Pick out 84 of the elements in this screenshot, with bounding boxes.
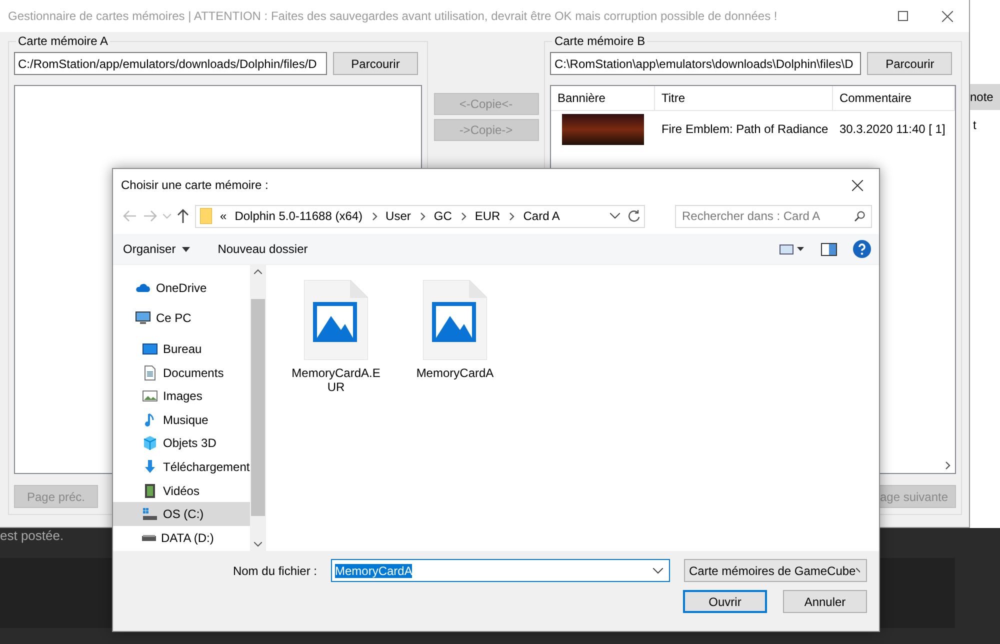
help-button[interactable] — [853, 240, 871, 258]
chevron-right-icon — [508, 212, 516, 220]
refresh-icon — [628, 210, 640, 222]
nav-item[interactable]: Musique — [113, 408, 250, 432]
chevron-down-icon — [653, 568, 663, 574]
chevron-down-icon — [163, 214, 171, 218]
group-title: Carte mémoire B — [553, 34, 646, 48]
breadcrumb-item[interactable]: Dolphin 5.0-11688 (x64) — [234, 209, 363, 223]
table-cell-text: t — [972, 117, 978, 132]
path-field[interactable]: C:/RomStation/app/emulators/downloads/Dolphin/files/D — [14, 52, 327, 75]
dialog-button[interactable]: Annuler — [783, 590, 867, 613]
table-cell-text: Fire Emblem: Path of Radiance — [660, 122, 830, 136]
table-cell-text: 30.3.2020 11:40 [ 1] — [838, 122, 946, 136]
scrollbar[interactable] — [250, 265, 265, 551]
file-item[interactable]: MemoryCardA — [400, 279, 510, 381]
view-button[interactable] — [779, 243, 805, 255]
caret-icon — [182, 246, 190, 252]
nav-item[interactable]: DATA (D:) — [113, 526, 250, 550]
dialog-title: Choisir une carte mémoire : — [121, 178, 268, 192]
field-label: Nom du fichier : — [232, 564, 317, 578]
picture-icon — [142, 388, 158, 404]
view-icon — [779, 243, 805, 255]
nav-item[interactable]: Objets 3D — [113, 432, 250, 456]
chevron-right-icon — [460, 212, 467, 220]
preview-pane-button[interactable] — [821, 242, 837, 256]
search-field[interactable]: Rechercher dans : Card A — [675, 204, 872, 228]
monitor-icon — [135, 310, 151, 326]
close-icon — [852, 180, 862, 190]
nav-item[interactable]: Images — [113, 384, 250, 408]
chevron-down-icon — [610, 213, 620, 219]
file-type-dropdown[interactable]: Carte mémoires de GameCube — [684, 559, 867, 582]
column-header: note — [970, 84, 1000, 110]
column-header[interactable]: Bannière — [551, 86, 656, 110]
preview-pane-icon — [821, 242, 837, 256]
forward-arrow-icon — [143, 210, 157, 222]
scroll-right-icon — [944, 461, 951, 470]
group-title: Carte mémoire A — [17, 34, 110, 48]
browse-button[interactable]: Parcourir — [867, 52, 952, 75]
film-icon — [142, 482, 158, 499]
column-header[interactable]: Titre — [655, 86, 834, 110]
breadcrumb-item[interactable]: GC — [434, 209, 452, 223]
overflow-marker[interactable]: « — [220, 209, 227, 223]
back-arrow-icon — [123, 210, 137, 222]
folder-icon — [200, 208, 212, 224]
nav-item[interactable]: Bureau — [113, 337, 250, 361]
cube-icon — [142, 435, 158, 452]
breadcrumb-item[interactable]: Card A — [523, 209, 560, 223]
image-file-icon — [304, 280, 368, 360]
dialog-button[interactable]: Ouvrir — [683, 590, 767, 613]
chevron-down-icon — [856, 568, 860, 574]
download-arrow-icon — [142, 458, 158, 475]
chevron-up-icon — [254, 269, 262, 274]
chevron-right-icon — [418, 212, 426, 220]
search-icon — [854, 210, 865, 222]
toolbar-button[interactable]: Organiser — [123, 242, 190, 256]
image-file-icon — [423, 280, 487, 360]
address-bar[interactable]: « Dolphin 5.0-11688 (x64) User GC EUR Card A — [195, 204, 645, 228]
nav-item[interactable]: OneDrive — [113, 276, 250, 300]
nav-item[interactable]: Ce PC — [113, 306, 250, 330]
drive-icon — [142, 506, 158, 522]
help-icon — [853, 240, 871, 258]
chevron-right-icon — [370, 212, 378, 220]
window-title: Gestionnaire de cartes mémoires | ATTENTION : Faites des sauvegardes avant utilisation, devrait être OK mais corruption possible de données ! — [8, 9, 778, 23]
nav-item[interactable]: OS (C:) — [113, 502, 250, 526]
filename-field[interactable]: MemoryCardA — [331, 559, 670, 582]
chevron-down-icon — [254, 542, 262, 547]
desktop-icon — [142, 340, 158, 357]
column-header[interactable]: Commentaire — [833, 86, 955, 110]
page-text: est postée. — [0, 528, 64, 543]
maximize-icon — [898, 11, 908, 21]
breadcrumb-item[interactable]: EUR — [474, 209, 500, 223]
toolbar-button[interactable]: Nouveau dossier — [218, 242, 308, 256]
path-field[interactable]: C:\RomStation\app\emulators\downloads\Dolphin\files\D — [550, 52, 862, 75]
breadcrumb-item[interactable]: User — [386, 209, 411, 223]
up-arrow-icon — [177, 209, 189, 223]
nav-item[interactable]: Vidéos — [113, 478, 250, 502]
drive-icon — [142, 534, 156, 541]
nav-item[interactable]: Documents — [113, 360, 250, 384]
document-icon — [142, 364, 158, 381]
up-button[interactable] — [177, 209, 189, 223]
nav-item[interactable]: Téléchargement — [113, 455, 250, 479]
file-item[interactable]: MemoryCardA.EUR — [281, 279, 391, 395]
browse-button[interactable]: Parcourir — [333, 52, 418, 75]
close-icon — [942, 10, 952, 22]
